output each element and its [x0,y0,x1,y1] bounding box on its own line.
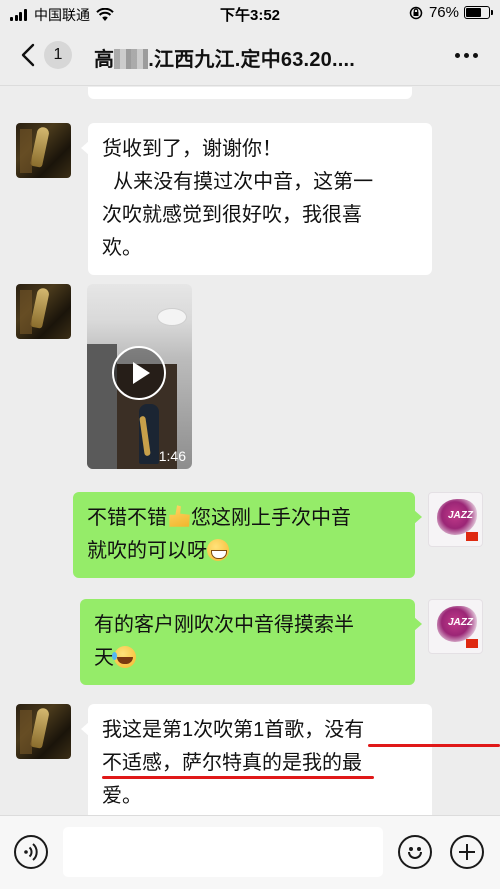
chat-title[interactable]: 高 .江西九江.定中63.20.... [94,43,424,72]
message-bubble-sent[interactable]: 有的客户刚吹次中音得摸索半 天 [80,599,422,685]
avatar-contact[interactable] [16,704,71,759]
video-duration: 1:46 [158,448,186,464]
message-bubble-sent[interactable]: 不错不错 您这刚上手次中音 就吹的可以呀 [73,492,422,578]
play-icon[interactable] [112,346,166,400]
highlight-underline [102,776,374,779]
avatar-self[interactable]: JAZZ [428,492,483,547]
flag-icon [466,639,478,648]
highlight-underline [368,744,500,747]
emoji-icon[interactable] [398,835,432,869]
input-bar [0,815,500,889]
thumbs-up-icon [169,505,190,527]
message-bubble-received[interactable]: 我这是第1次吹第1首歌，没有 不适感，萨尔特真的是我的最 爱。 [81,704,500,815]
message-line: 从来没有摸过次中音，这第一 [102,171,374,193]
chat-header: 1 高 .江西九江.定中63.20.... [0,26,500,86]
video-frame-lamp [157,308,187,326]
battery-icon [464,6,493,19]
battery-fill [466,8,482,17]
voice-icon[interactable] [14,835,48,869]
plus-icon[interactable] [450,835,484,869]
battery-percent: 76% [428,4,459,21]
message-bubble-received[interactable]: 货收到了，谢谢你！ 从来没有摸过次中音，这第一 次吹就感觉到很好吹，我很喜 欢。 [81,123,432,275]
redaction-blur [114,49,149,69]
grin-icon [207,539,229,561]
message-input[interactable] [63,827,383,877]
message-line: 欢。 [102,237,142,259]
message-line: 有的客户刚吹次中音得摸索半 [94,614,354,636]
status-right: 76% [409,4,493,21]
message-line: 我这是第1次吹第1首歌，没有 [102,719,365,741]
chat-area[interactable]: 货收到了，谢谢你！ 从来没有摸过次中音，这第一 次吹就感觉到很好吹，我很喜 欢。… [0,87,500,815]
rotation-lock-icon [409,6,423,19]
status-bar: 中国联通 下午3:52 76% [0,0,500,26]
more-dots-icon[interactable] [451,53,478,58]
avatar-contact[interactable] [16,123,71,178]
unread-count-badge[interactable]: 1 [44,41,72,69]
avatar-self[interactable]: JAZZ [428,599,483,654]
flag-icon [466,532,478,541]
title-prefix: 高 [94,49,115,71]
message-line: 爱。 [102,785,142,807]
message-line: 就吹的可以呀 [87,535,401,568]
message-line: 次吹就感觉到很好吹，我很喜 [102,204,362,226]
message-line: 货收到了，谢谢你！ [102,138,282,160]
laugh-tears-icon [112,646,136,668]
title-suffix: .江西九江.定中63.20.... [148,49,355,71]
previous-message-bubble [88,87,412,99]
avatar-contact[interactable] [16,284,71,339]
video-frame-wall [87,344,117,469]
message-line: 天 [94,642,401,675]
message-line: 不错不错 您这刚上手次中音 [87,502,401,535]
chevron-left-icon[interactable] [18,42,40,68]
video-message[interactable]: 1:46 [87,284,192,469]
